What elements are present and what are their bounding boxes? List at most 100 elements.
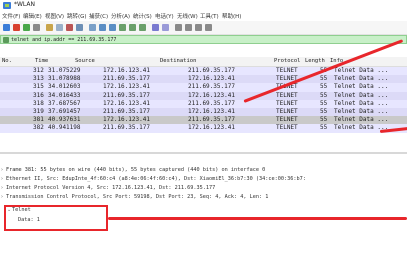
packet-destination: 172.16.123.41 [188, 75, 235, 83]
packet-no: 318 [33, 99, 44, 107]
menu-file[interactable]: 文件(F) [2, 12, 20, 20]
wireshark-fin-icon [3, 2, 11, 9]
expand-arrow-icon[interactable]: › [1, 194, 3, 201]
detail-tcp[interactable]: Transmission Control Protocol, Src Port:… [6, 194, 268, 201]
menu-edit[interactable]: 编辑(E) [23, 12, 42, 20]
packet-no: 382 [33, 124, 44, 132]
options-icon[interactable] [33, 24, 40, 31]
col-no-header[interactable]: No. [2, 57, 12, 66]
restart-capture-icon[interactable] [23, 24, 30, 31]
packet-info: Telnet Data ... [334, 99, 389, 107]
open-file-icon[interactable] [46, 24, 53, 31]
go-to-packet-icon[interactable] [119, 24, 126, 31]
col-length-header[interactable]: Length [305, 57, 325, 66]
main-toolbar [0, 21, 407, 35]
packet-length: 55 [320, 108, 328, 115]
packet-source: 172.16.123.41 [103, 83, 150, 91]
menu-help[interactable]: 帮助(H) [222, 12, 241, 20]
start-capture-icon[interactable] [3, 24, 10, 31]
annotation-box [4, 205, 108, 231]
packet-row[interactable]: 312 31.075229 172.16.123.41 211.69.35.17… [0, 67, 407, 76]
detail-ethernet[interactable]: Ethernet II, Src: EdupInte_4f:60:c4 (a8:… [6, 176, 306, 183]
packet-destination: 211.69.35.177 [188, 99, 235, 107]
packet-info: Telnet Data ... [334, 116, 389, 124]
resize-columns-icon[interactable] [205, 24, 212, 31]
packet-time: 34.012603 [48, 83, 81, 91]
menu-statistics[interactable]: 统计(S) [133, 12, 152, 20]
menu-go[interactable]: 跳转(G) [67, 12, 87, 20]
display-filter-input[interactable]: telnet and ip.addr == 211.69.35.177 [11, 36, 116, 44]
packet-row[interactable]: 319 37.691457 211.69.35.177 172.16.123.4… [0, 108, 407, 117]
expand-arrow-icon[interactable]: › [1, 185, 3, 192]
packet-no: 313 [33, 75, 44, 83]
bookmark-icon[interactable] [3, 37, 9, 43]
expand-arrow-icon[interactable]: › [1, 167, 3, 174]
menu-bar: 文件(F) 编辑(E) 视图(V) 跳转(G) 捕获(C) 分析(A) 统计(S… [0, 11, 407, 21]
zoom-in-icon[interactable] [175, 24, 182, 31]
packet-protocol: TELNET [276, 99, 298, 107]
packet-source: 172.16.123.41 [103, 116, 150, 124]
detail-ipv4[interactable]: Internet Protocol Version 4, Src: 172.16… [6, 185, 215, 192]
packet-source: 211.69.35.177 [103, 91, 150, 99]
packet-length: 55 [320, 91, 328, 99]
col-destination-header[interactable]: Destination [160, 57, 196, 66]
expand-arrow-icon[interactable]: › [1, 176, 3, 183]
packet-row[interactable]: 315 34.012603 172.16.123.41 211.69.35.17… [0, 83, 407, 92]
packet-length: 55 [320, 124, 328, 132]
packet-destination: 172.16.123.41 [188, 108, 235, 115]
col-protocol-header[interactable]: Protocol [274, 57, 301, 66]
reload-icon[interactable] [76, 24, 83, 31]
packet-row[interactable]: 316 34.016433 211.69.35.177 172.16.123.4… [0, 91, 407, 100]
zoom-reset-icon[interactable] [195, 24, 202, 31]
packet-protocol: TELNET [276, 67, 298, 74]
packet-source: 211.69.35.177 [103, 108, 150, 115]
first-packet-icon[interactable] [129, 24, 136, 31]
zoom-out-icon[interactable] [185, 24, 192, 31]
packet-time: 34.016433 [48, 91, 81, 99]
menu-wireless[interactable]: 无线(W) [177, 12, 198, 20]
menu-analyze[interactable]: 分析(A) [111, 12, 130, 20]
packet-row[interactable]: 313 31.078988 211.69.35.177 172.16.123.4… [0, 75, 407, 84]
display-filter-bar[interactable]: telnet and ip.addr == 211.69.35.177 [0, 35, 407, 44]
packet-time: 40.941198 [48, 124, 81, 132]
colorize-icon[interactable] [162, 24, 169, 31]
packet-row[interactable]: 318 37.687567 172.16.123.41 211.69.35.17… [0, 99, 407, 108]
col-source-header[interactable]: Source [75, 57, 95, 66]
last-packet-icon[interactable] [139, 24, 146, 31]
save-file-icon[interactable] [56, 24, 63, 31]
find-packet-icon[interactable] [89, 24, 96, 31]
packet-info: Telnet Data ... [334, 83, 389, 91]
packet-info: Telnet Data ... [334, 67, 389, 74]
packet-row-selected[interactable]: 381 40.937631 172.16.123.41 211.69.35.17… [0, 116, 407, 125]
packet-protocol: TELNET [276, 91, 298, 99]
packet-row[interactable]: 382 40.941198 211.69.35.177 172.16.123.4… [0, 124, 407, 133]
window-title: *WLAN [14, 1, 36, 8]
packet-protocol: TELNET [276, 108, 298, 115]
packet-destination: 211.69.35.177 [188, 67, 235, 74]
stop-capture-icon[interactable] [13, 24, 20, 31]
autoscroll-icon[interactable] [152, 24, 159, 31]
pane-splitter[interactable] [0, 152, 407, 154]
packet-no: 312 [33, 67, 44, 74]
packet-info: Telnet Data ... [334, 91, 389, 99]
packet-time: 31.075229 [48, 67, 81, 74]
menu-capture[interactable]: 捕获(C) [89, 12, 108, 20]
col-time-header[interactable]: Time [35, 57, 48, 66]
menu-tools[interactable]: 工具(T) [200, 12, 219, 20]
detail-frame[interactable]: Frame 381: 55 bytes on wire (440 bits), … [6, 167, 265, 174]
packet-length: 55 [320, 116, 328, 124]
menu-view[interactable]: 视图(V) [45, 12, 64, 20]
go-back-icon[interactable] [99, 24, 106, 31]
packet-info: Telnet Data ... [334, 75, 389, 83]
packet-length: 55 [320, 75, 328, 83]
title-bar: *WLAN [0, 0, 407, 11]
packet-protocol: TELNET [276, 124, 298, 132]
go-forward-icon[interactable] [109, 24, 116, 31]
packet-time: 37.687567 [48, 99, 81, 107]
close-file-icon[interactable] [66, 24, 73, 31]
packet-no: 316 [33, 91, 44, 99]
menu-telephony[interactable]: 电话(Y) [155, 12, 174, 20]
packet-destination: 211.69.35.177 [188, 116, 235, 124]
packet-destination: 211.69.35.177 [188, 83, 235, 91]
packet-source: 211.69.35.177 [103, 75, 150, 83]
